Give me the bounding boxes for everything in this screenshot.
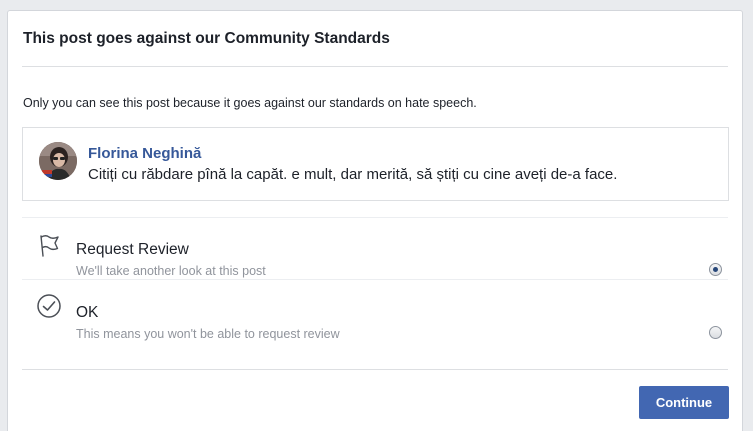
avatar-image <box>39 142 77 180</box>
post-preview: Florina Neghină Citiți cu răbdare pînă l… <box>22 127 729 201</box>
option-ok-title: OK <box>76 304 99 321</box>
ok-radio[interactable] <box>709 326 722 339</box>
continue-button[interactable]: Continue <box>639 386 729 419</box>
dialog-title: This post goes against our Community Sta… <box>23 30 390 47</box>
community-standards-dialog: This post goes against our Community Sta… <box>7 10 743 431</box>
post-text: Citiți cu răbdare pînă la capăt. e mult,… <box>88 166 618 183</box>
flag-icon <box>36 232 62 258</box>
hate-speech-notice: Only you can see this post because it go… <box>23 96 477 110</box>
avatar[interactable] <box>39 142 77 180</box>
option-request-review[interactable]: Request Review We'll take another look a… <box>22 218 728 280</box>
option-ok-subtitle: This means you won't be able to request … <box>76 327 340 341</box>
option-request-review-title: Request Review <box>76 241 189 258</box>
option-request-review-subtitle: We'll take another look at this post <box>76 264 266 278</box>
header-divider <box>22 66 728 67</box>
check-circle-icon <box>36 293 62 319</box>
request-review-radio[interactable] <box>709 263 722 276</box>
post-author-name[interactable]: Florina Neghină <box>88 145 201 162</box>
dialog-header: This post goes against our Community Sta… <box>8 11 742 67</box>
footer-divider <box>22 369 728 370</box>
option-ok[interactable]: OK This means you won't be able to reque… <box>22 281 728 343</box>
